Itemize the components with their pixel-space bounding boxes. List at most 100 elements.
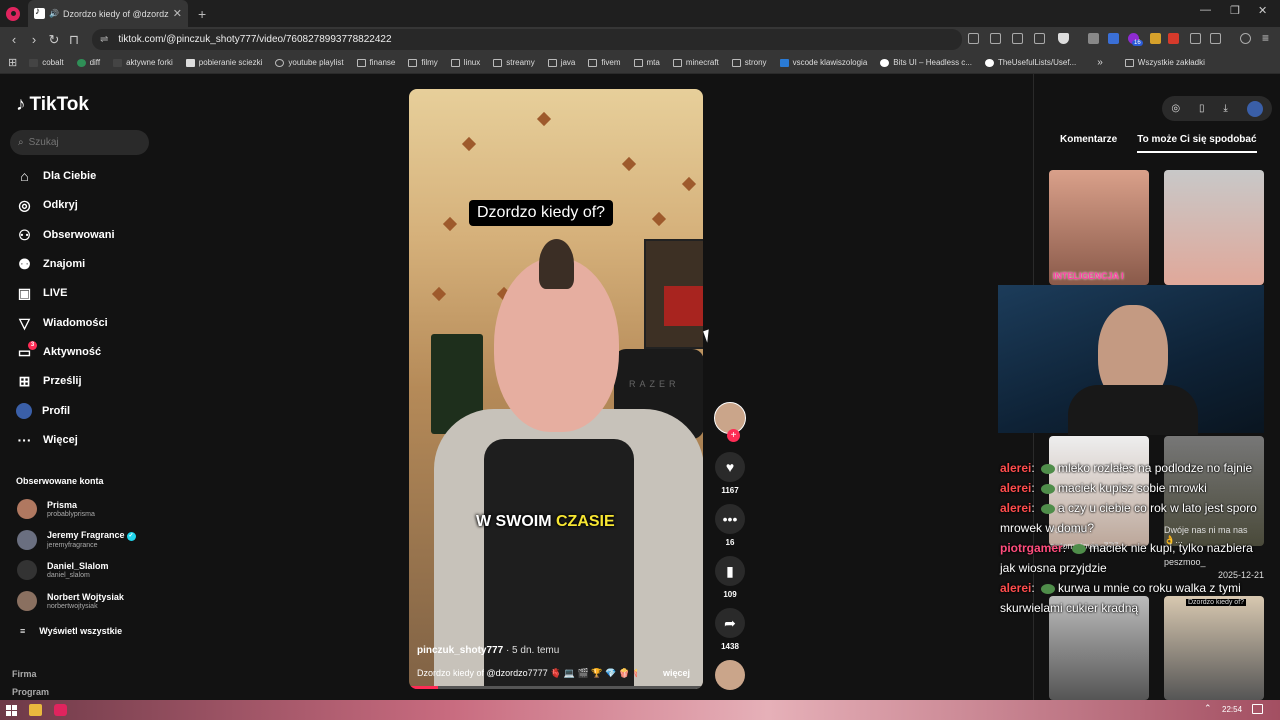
browser-taskbar-icon[interactable] — [54, 704, 67, 716]
followed-account[interactable]: Daniel_Slalom daniel_slalom — [17, 560, 109, 580]
tab-close-icon[interactable]: ✕ — [173, 7, 182, 20]
taskbar: ⌃ 22:54 — [0, 700, 1280, 720]
menu-item-more[interactable]: ··· Więcej — [16, 429, 78, 451]
bookmark-item[interactable]: youtube playlist — [275, 58, 344, 67]
bookmark-folder[interactable]: linux — [450, 58, 480, 67]
bookmark-item[interactable]: TheUsefulLists/Usef... — [984, 58, 1076, 67]
reload-icon[interactable]: ↻ — [44, 32, 64, 48]
user-avatar[interactable] — [1246, 100, 1263, 117]
pause-icon[interactable] — [1088, 33, 1099, 44]
bookmark-folder[interactable]: streamy — [493, 58, 535, 67]
tab-suggested[interactable]: To może Ci się spodobać — [1137, 132, 1257, 153]
menu-item-for-you[interactable]: ⌂ Dla Ciebie — [16, 165, 96, 187]
bookmark-item[interactable]: aktywne forki — [113, 58, 173, 67]
like-button[interactable]: ♥ 1167 — [712, 452, 748, 495]
bookmark-folder[interactable]: minecraft — [672, 58, 719, 67]
tray-chevron-icon[interactable]: ⌃ — [1204, 703, 1212, 714]
bookmark-icon[interactable]: ⊓ — [64, 32, 84, 48]
download-icon[interactable]: ⤓ — [1223, 103, 1227, 114]
menu-item-messages[interactable]: ▽ Wiadomości — [16, 312, 108, 334]
translate-icon[interactable] — [990, 33, 1001, 44]
share-button[interactable]: ➦ 1438 — [712, 608, 748, 651]
minimize-icon[interactable]: — — [1200, 4, 1211, 16]
extension-blue-icon[interactable] — [1108, 33, 1119, 44]
suggested-video-thumb[interactable]: INTELIGENCJA I — [1049, 170, 1149, 285]
browser-logo-icon[interactable] — [6, 6, 20, 21]
menu-item-friends[interactable]: ⚉ Znajomi — [16, 253, 85, 275]
share-icon[interactable] — [1034, 33, 1045, 44]
video-player[interactable]: RAZER Dzordzo kiedy of? W SWOIM CZASIE p… — [409, 89, 703, 689]
save-button[interactable]: ▮ 109 — [712, 556, 748, 599]
menu-item-upload[interactable]: ⊞ Prześlij — [16, 370, 82, 392]
upload-icon: ⊞ — [18, 372, 31, 389]
search-box[interactable]: ⌕ — [10, 130, 149, 155]
extension-yellow-icon[interactable] — [1150, 33, 1161, 44]
menu-item-activity[interactable]: ▭ 3 Aktywność — [16, 340, 101, 363]
footer-company-link[interactable]: Firma — [12, 669, 37, 679]
forward-icon[interactable]: › — [24, 32, 44, 47]
bookmark-folder[interactable]: filmy — [408, 58, 438, 67]
menu-item-explore[interactable]: ◎ Odkryj — [16, 194, 77, 216]
tab-comments[interactable]: Komentarze — [1060, 132, 1117, 153]
search-input[interactable] — [28, 137, 129, 148]
speaker-icon[interactable]: 🔊 — [49, 9, 59, 18]
file-explorer-icon[interactable] — [29, 704, 42, 716]
show-all-link[interactable]: ≡ Wyświetl wszystkie — [20, 626, 122, 636]
extensions-puzzle-icon[interactable] — [1190, 33, 1201, 44]
bookmark-item[interactable]: vscode klawiszologia — [779, 58, 867, 67]
clock[interactable]: 22:54 — [1222, 705, 1242, 714]
cast-icon[interactable] — [1012, 33, 1023, 44]
extension-icon[interactable] — [968, 33, 979, 44]
followed-account[interactable]: Prisma probablyprisma — [17, 499, 95, 519]
comment-button[interactable]: ••• 16 — [712, 504, 748, 547]
phone-icon[interactable]: ▯ — [1199, 103, 1205, 114]
chevron-right-icon[interactable]: » — [1097, 57, 1103, 68]
followed-account[interactable]: Norbert Wojtysiak norbertwojtysiak — [17, 591, 124, 611]
bookmark-item[interactable]: Bits UI – Headless c... — [880, 58, 972, 67]
followed-account[interactable]: Jeremy Fragrance ✓ jeremyfragrance — [17, 530, 136, 550]
sidebar-icon[interactable] — [1210, 33, 1221, 44]
menu-icon[interactable]: ≡ — [1262, 31, 1269, 45]
media-icon[interactable] — [1240, 33, 1251, 44]
emote-icon — [1041, 483, 1056, 494]
bookmark-folder[interactable]: java — [547, 58, 575, 67]
bookmark-folder[interactable]: finanse — [356, 58, 395, 67]
extension-badge: 16 — [1132, 40, 1143, 46]
menu-item-following[interactable]: ⚇ Obserwowani — [16, 224, 114, 246]
author-avatar[interactable]: + — [714, 402, 746, 442]
apps-grid-icon[interactable]: ⊞ — [8, 56, 17, 69]
extension-red-icon[interactable] — [1168, 33, 1179, 44]
menu-item-profile[interactable]: Profil — [16, 400, 70, 422]
bookmark-folder[interactable]: fivem — [588, 58, 621, 67]
video-author[interactable]: pinczuk_shoty777 · 5 dn. temu — [417, 645, 559, 656]
player-tools: ◎ ▯ ⤓ — [1162, 96, 1272, 121]
all-bookmarks-folder[interactable]: Wszystkie zakładki — [1124, 58, 1205, 67]
notification-icon[interactable] — [1252, 704, 1263, 714]
bookmark-item[interactable]: cobalt — [29, 58, 64, 67]
bookmark-folder[interactable]: strony — [731, 58, 767, 67]
footer-program-link[interactable]: Program — [12, 687, 49, 697]
suggested-video-thumb[interactable] — [1164, 170, 1264, 285]
bookmark-item[interactable]: diff — [76, 58, 100, 67]
browser-nav-bar: ‹ › ↻ ⊓ ⇌ tiktok.com/@pinczuk_shoty777/v… — [0, 27, 1280, 52]
tiktok-logo[interactable]: ♪ TikTok — [16, 94, 89, 116]
back-icon[interactable]: ‹ — [4, 32, 24, 47]
music-disc[interactable] — [712, 660, 748, 690]
avatar — [17, 560, 37, 580]
follow-plus-icon[interactable]: + — [727, 429, 740, 442]
window-close-icon[interactable]: ✕ — [1258, 4, 1267, 17]
video-progress-bar[interactable] — [409, 686, 703, 689]
restore-icon[interactable]: ❐ — [1230, 4, 1240, 17]
new-tab-button[interactable]: + — [198, 6, 206, 22]
more-link[interactable]: więcej — [663, 668, 690, 678]
address-bar[interactable]: ⇌ tiktok.com/@pinczuk_shoty777/video/760… — [92, 29, 962, 50]
start-menu-icon[interactable] — [6, 704, 17, 716]
site-settings-icon[interactable]: ⇌ — [100, 34, 108, 45]
bookmark-folder[interactable]: mta — [633, 58, 660, 67]
browser-tab[interactable]: 🔊 Dzordzo kiedy of @dzordzo7 ✕ — [28, 0, 188, 27]
wallpaper-pattern — [442, 216, 458, 232]
bookmark-item[interactable]: pobieranie sciezki — [185, 58, 262, 67]
shield-icon[interactable] — [1058, 33, 1069, 44]
compass-tool-icon[interactable]: ◎ — [1171, 103, 1180, 114]
menu-item-live[interactable]: ▣ LIVE — [16, 282, 68, 304]
